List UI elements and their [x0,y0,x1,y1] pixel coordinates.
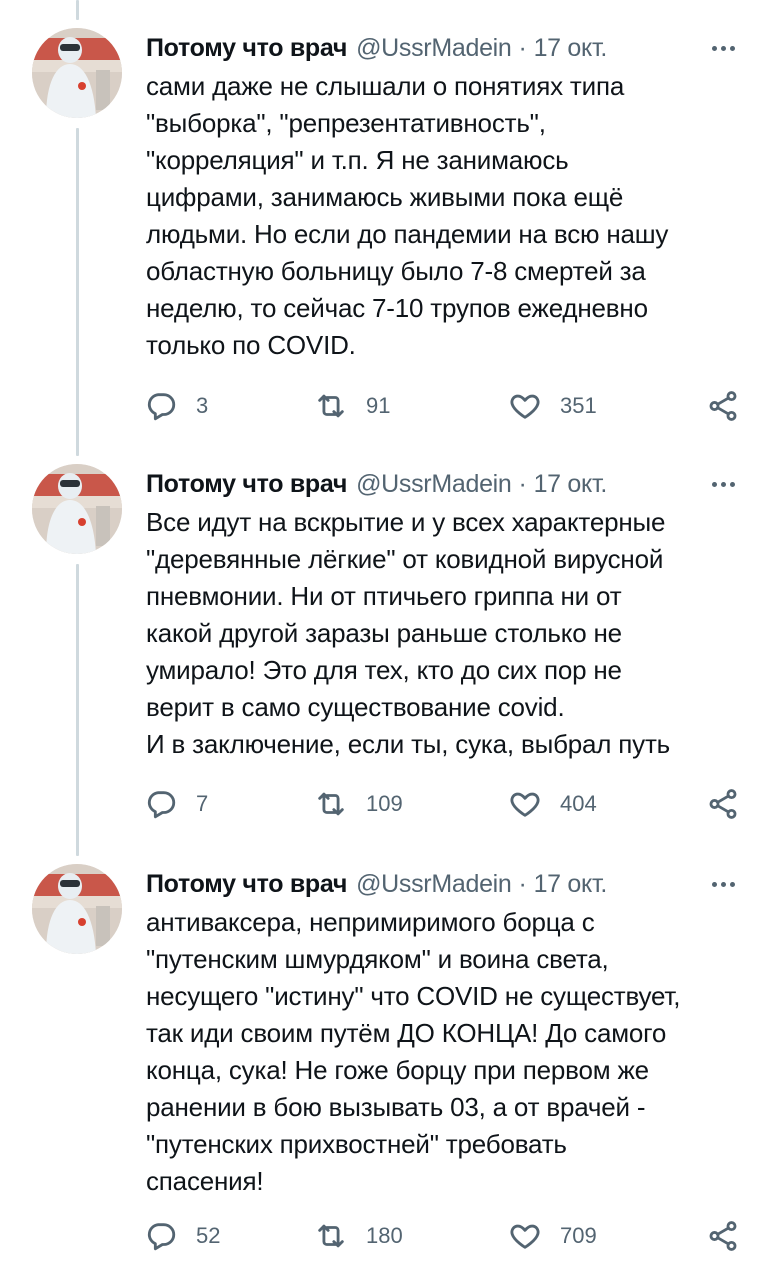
reply-icon [147,1223,176,1251]
like-count: 709 [560,1223,597,1248]
avatar-image [32,864,122,954]
retweet-button[interactable]: 109 [314,784,403,824]
like-button[interactable]: 709 [508,1216,597,1256]
tweet-text: антиваксера, непримиримого борца с "путе… [146,907,681,1196]
tweet-date[interactable]: 17 окт. [534,870,608,899]
tweet-header: Потому что врач @UssrMadein · 17 окт. [146,868,743,900]
retweet-icon [318,1224,344,1248]
retweet-icon [318,792,344,816]
tweet-header: Потому что врач @UssrMadein · 17 окт. [146,468,743,500]
reply-button[interactable]: 3 [144,386,208,426]
thread-line [76,0,79,20]
like-button[interactable]: 404 [508,784,597,824]
avatar-image [32,28,122,118]
like-count: 351 [560,393,597,418]
tweet-text: Все идут на вскрытие и у всех характерны… [146,507,671,759]
author-handle[interactable]: @UssrMadein [356,470,512,499]
retweet-icon [318,394,344,418]
more-icon[interactable] [703,468,743,500]
reply-button[interactable]: 52 [144,1216,220,1256]
avatar[interactable] [32,28,122,118]
separator: · [518,33,527,62]
avatar-image [32,464,122,554]
tweet-header: Потому что врач @UssrMadein · 17 окт. [146,32,743,64]
author-name[interactable]: Потому что врач [146,470,347,499]
more-icon[interactable] [703,868,743,900]
tweet[interactable]: Потому что врач @UssrMadein · 17 окт. са… [0,28,769,438]
share-button[interactable] [706,386,740,426]
retweet-button[interactable]: 91 [314,386,390,426]
tweet-date[interactable]: 17 окт. [534,470,608,499]
heart-icon [510,792,540,817]
like-count: 404 [560,791,597,816]
retweet-count: 180 [366,1223,403,1248]
tweet-actions: 3 91 351 [140,386,750,426]
tweet-actions: 7 109 404 [140,784,750,824]
reply-count: 7 [196,791,209,816]
share-button[interactable] [706,784,740,824]
share-icon [709,1221,737,1251]
share-button[interactable] [706,1216,740,1256]
share-icon [709,789,737,819]
author-handle[interactable]: @UssrMadein [356,870,512,899]
reply-icon [147,791,176,819]
author-name[interactable]: Потому что врач [146,34,347,63]
author-name[interactable]: Потому что врач [146,870,347,899]
reply-count: 52 [196,1223,221,1248]
heart-icon [510,394,540,419]
tweet-text: сами даже не слышали о понятиях типа "вы… [146,71,669,360]
more-icon[interactable] [703,32,743,64]
retweet-button[interactable]: 180 [314,1216,403,1256]
heart-icon [510,1224,540,1249]
share-icon [709,391,737,421]
author-handle[interactable]: @UssrMadein [356,34,512,63]
like-button[interactable]: 351 [508,386,597,426]
reply-icon [147,393,176,421]
tweet[interactable]: Потому что врач @UssrMadein · 17 окт. ан… [0,864,769,1274]
separator: · [518,869,527,898]
separator: · [518,469,527,498]
tweet-date[interactable]: 17 окт. [534,34,608,63]
retweet-count: 109 [366,791,403,816]
avatar[interactable] [32,864,122,954]
reply-button[interactable]: 7 [144,784,208,824]
tweet-thread: Потому что врач @UssrMadein · 17 окт. са… [0,0,769,1280]
tweet[interactable]: Потому что врач @UssrMadein · 17 окт. Вс… [0,464,769,844]
retweet-count: 91 [366,393,391,418]
tweet-actions: 52 180 709 [140,1216,750,1256]
reply-count: 3 [196,393,209,418]
avatar[interactable] [32,464,122,554]
